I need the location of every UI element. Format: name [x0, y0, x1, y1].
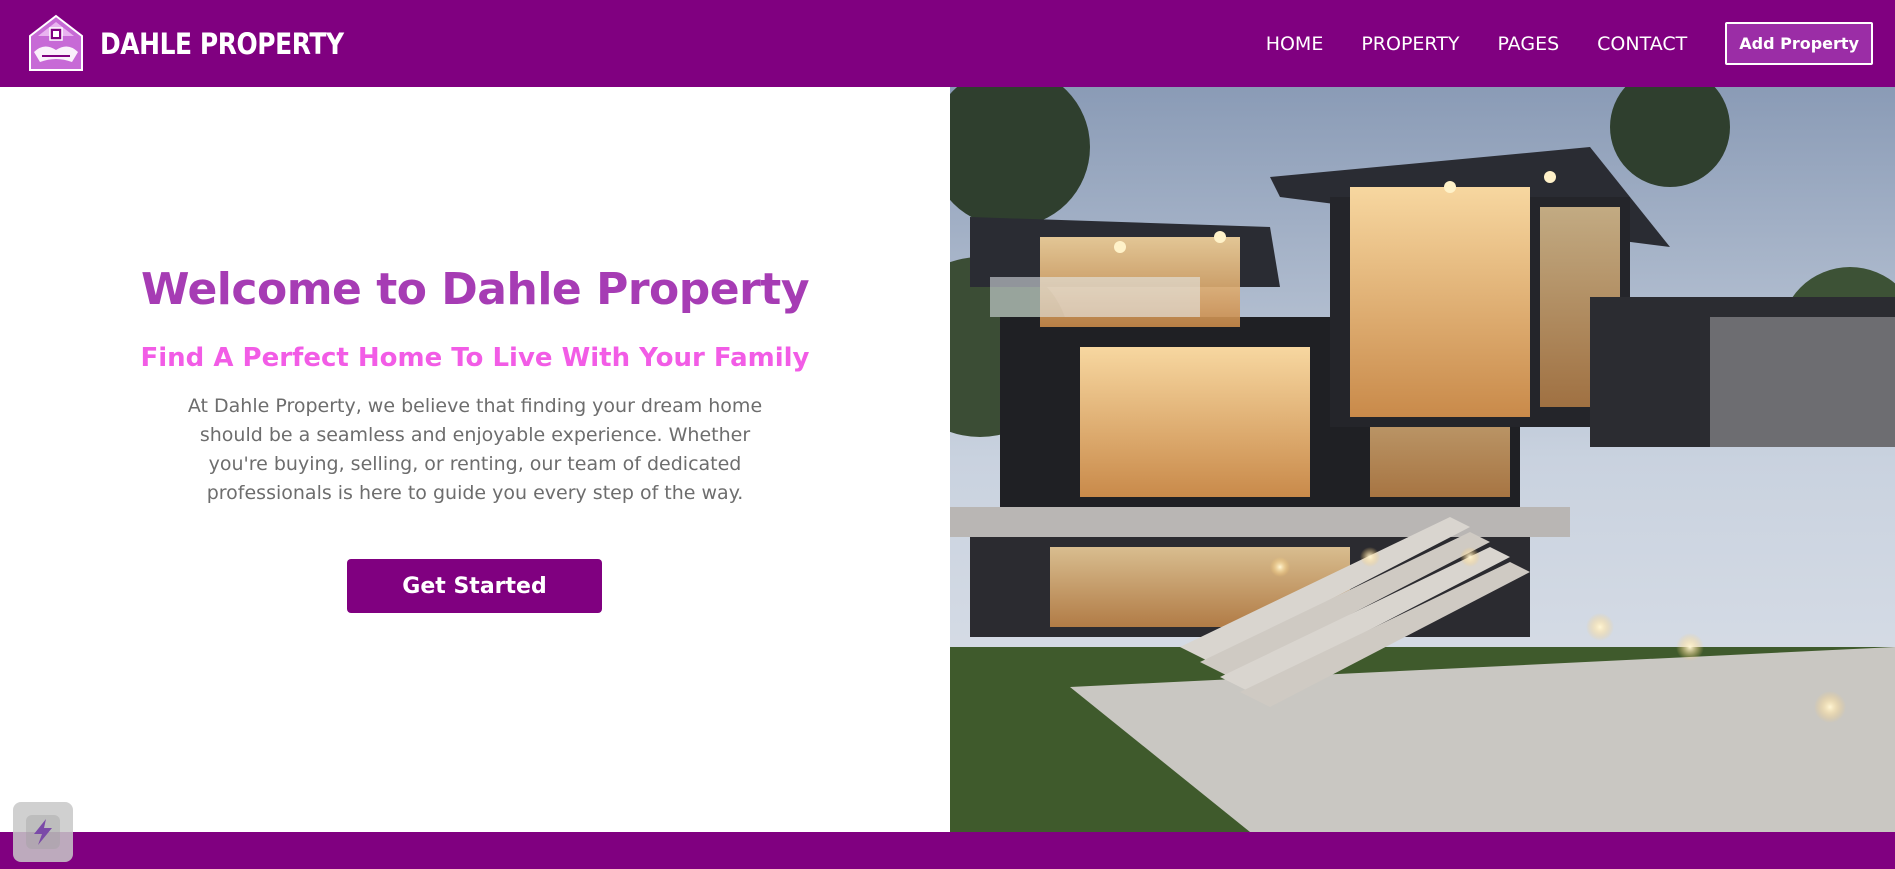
brand[interactable]: DAHLE PROPERTY — [24, 12, 383, 76]
add-property-button[interactable]: Add Property — [1725, 22, 1873, 65]
hero-subtitle: Find A Perfect Home To Live With Your Fa… — [140, 343, 810, 373]
get-started-button[interactable]: Get Started — [347, 559, 602, 613]
nav-pages[interactable]: PAGES — [1497, 33, 1559, 55]
hero-description-line: you're buying, selling, or renting, our … — [208, 453, 742, 475]
navbar: DAHLE PROPERTY HOME PROPERTY PAGES CONTA… — [0, 0, 1895, 87]
nav-contact[interactable]: CONTACT — [1597, 33, 1687, 55]
handshake-house-icon — [29, 14, 83, 71]
hero-description: At Dahle Property, we believe that findi… — [180, 392, 770, 508]
footer-bar — [0, 832, 1895, 869]
nav-home[interactable]: HOME — [1266, 33, 1324, 55]
hero-title: Welcome to Dahle Property — [141, 264, 810, 315]
hero-description-line: should be a seamless and enjoyable exper… — [199, 424, 751, 446]
main-nav: HOME PROPERTY PAGES CONTACT Add Property — [1266, 0, 1873, 87]
hero-description-line: At Dahle Property, we believe that findi… — [187, 395, 763, 417]
floating-widget-button[interactable] — [13, 802, 73, 862]
modern-house-photo — [950, 87, 1895, 832]
lightning-icon — [26, 815, 60, 849]
brand-name: DAHLE PROPERTY — [100, 26, 344, 61]
nav-property[interactable]: PROPERTY — [1361, 33, 1459, 55]
hero-text-panel: Welcome to Dahle Property Find A Perfect… — [0, 87, 950, 832]
hero-description-line: professionals is here to guide you every… — [206, 482, 744, 504]
